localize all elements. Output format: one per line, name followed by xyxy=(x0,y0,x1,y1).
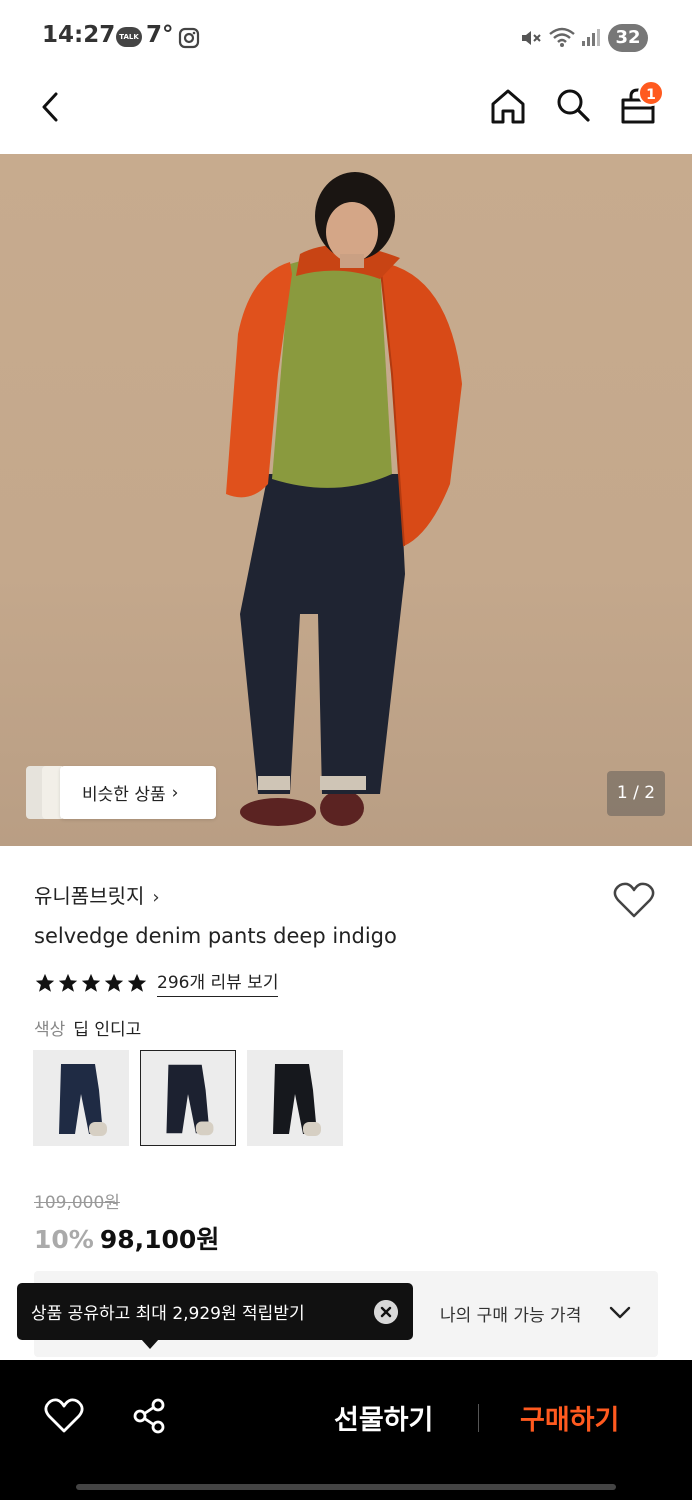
status-temperature: 7° xyxy=(146,22,174,48)
wishlist-heart-icon[interactable] xyxy=(612,880,656,920)
color-swatches xyxy=(33,1050,354,1146)
signal-icon xyxy=(582,29,600,46)
gift-button[interactable]: 선물하기 xyxy=(334,1398,433,1437)
share-reward-tooltip: 상품 공유하고 최대 2,929원 적립받기 xyxy=(17,1283,413,1340)
chevron-down-icon xyxy=(609,1306,631,1319)
mute-icon xyxy=(522,31,541,45)
close-icon[interactable] xyxy=(374,1300,398,1324)
chevron-right-icon: › xyxy=(171,782,179,803)
jeans-thumbnail xyxy=(166,1064,214,1136)
chevron-right-icon: › xyxy=(152,887,160,908)
search-icon[interactable] xyxy=(554,86,592,124)
bottom-action-bar: 선물하기 구매하기 xyxy=(0,1360,692,1500)
image-page-indicator: 1 / 2 xyxy=(607,771,665,816)
color-swatch-1[interactable] xyxy=(33,1050,129,1146)
tooltip-text: 상품 공유하고 최대 2,929원 적립받기 xyxy=(31,1304,305,1324)
color-value: 딥 인디고 xyxy=(73,1020,142,1040)
instagram-icon xyxy=(178,27,200,49)
my-price-label: 나의 구매 가능 가격 xyxy=(440,1306,582,1326)
similar-products-label: 비슷한 상품 xyxy=(82,785,166,805)
wifi-icon xyxy=(549,27,575,47)
rating-row: 296개 리뷰 보기 xyxy=(34,968,279,997)
star-icon xyxy=(58,973,78,992)
rating-stars xyxy=(34,972,149,994)
status-bar: 14:27 TALK 7° 32 xyxy=(0,0,692,76)
buy-button[interactable]: 구매하기 xyxy=(520,1398,619,1437)
similar-products-button[interactable]: 비슷한 상품 › xyxy=(60,766,216,819)
color-swatch-2-selected[interactable] xyxy=(140,1050,236,1146)
jeans-thumbnail xyxy=(273,1064,321,1136)
color-row: 색상 딥 인디고 xyxy=(34,1015,141,1040)
product-photo xyxy=(226,172,462,826)
status-time: 14:27 xyxy=(42,22,116,48)
product-image-carousel[interactable]: 비슷한 상품 › 1 / 2 xyxy=(0,154,692,846)
jeans-thumbnail xyxy=(59,1064,107,1136)
share-icon[interactable] xyxy=(130,1396,170,1436)
battery-indicator: 32 xyxy=(608,24,648,52)
divider xyxy=(478,1404,479,1432)
brand-name: 유니폼브릿지 xyxy=(34,884,145,908)
final-price: 98,100원 xyxy=(99,1225,220,1254)
star-icon xyxy=(127,973,147,992)
review-link[interactable]: 296개 리뷰 보기 xyxy=(157,968,279,997)
star-icon xyxy=(81,973,101,992)
heart-icon[interactable] xyxy=(44,1398,84,1434)
star-icon xyxy=(104,973,124,992)
kakaotalk-icon: TALK xyxy=(116,27,142,47)
product-name: selvedge denim pants deep indigo xyxy=(34,924,397,948)
tooltip-tail xyxy=(141,1339,159,1349)
top-navigation: 1 xyxy=(0,76,692,154)
original-price: 109,000원 xyxy=(34,1193,120,1213)
discount-rate: 10% xyxy=(34,1225,94,1254)
brand-link[interactable]: 유니폼브릿지 › xyxy=(34,880,160,909)
color-label: 색상 xyxy=(34,1020,66,1040)
price-row: 10% 98,100원 xyxy=(34,1220,219,1256)
color-swatch-3[interactable] xyxy=(247,1050,343,1146)
back-arrow-icon[interactable] xyxy=(36,90,66,124)
home-icon[interactable] xyxy=(488,86,528,126)
star-icon xyxy=(35,973,55,992)
cart-count-badge: 1 xyxy=(638,80,664,106)
gesture-navigation-bar[interactable] xyxy=(76,1484,616,1490)
